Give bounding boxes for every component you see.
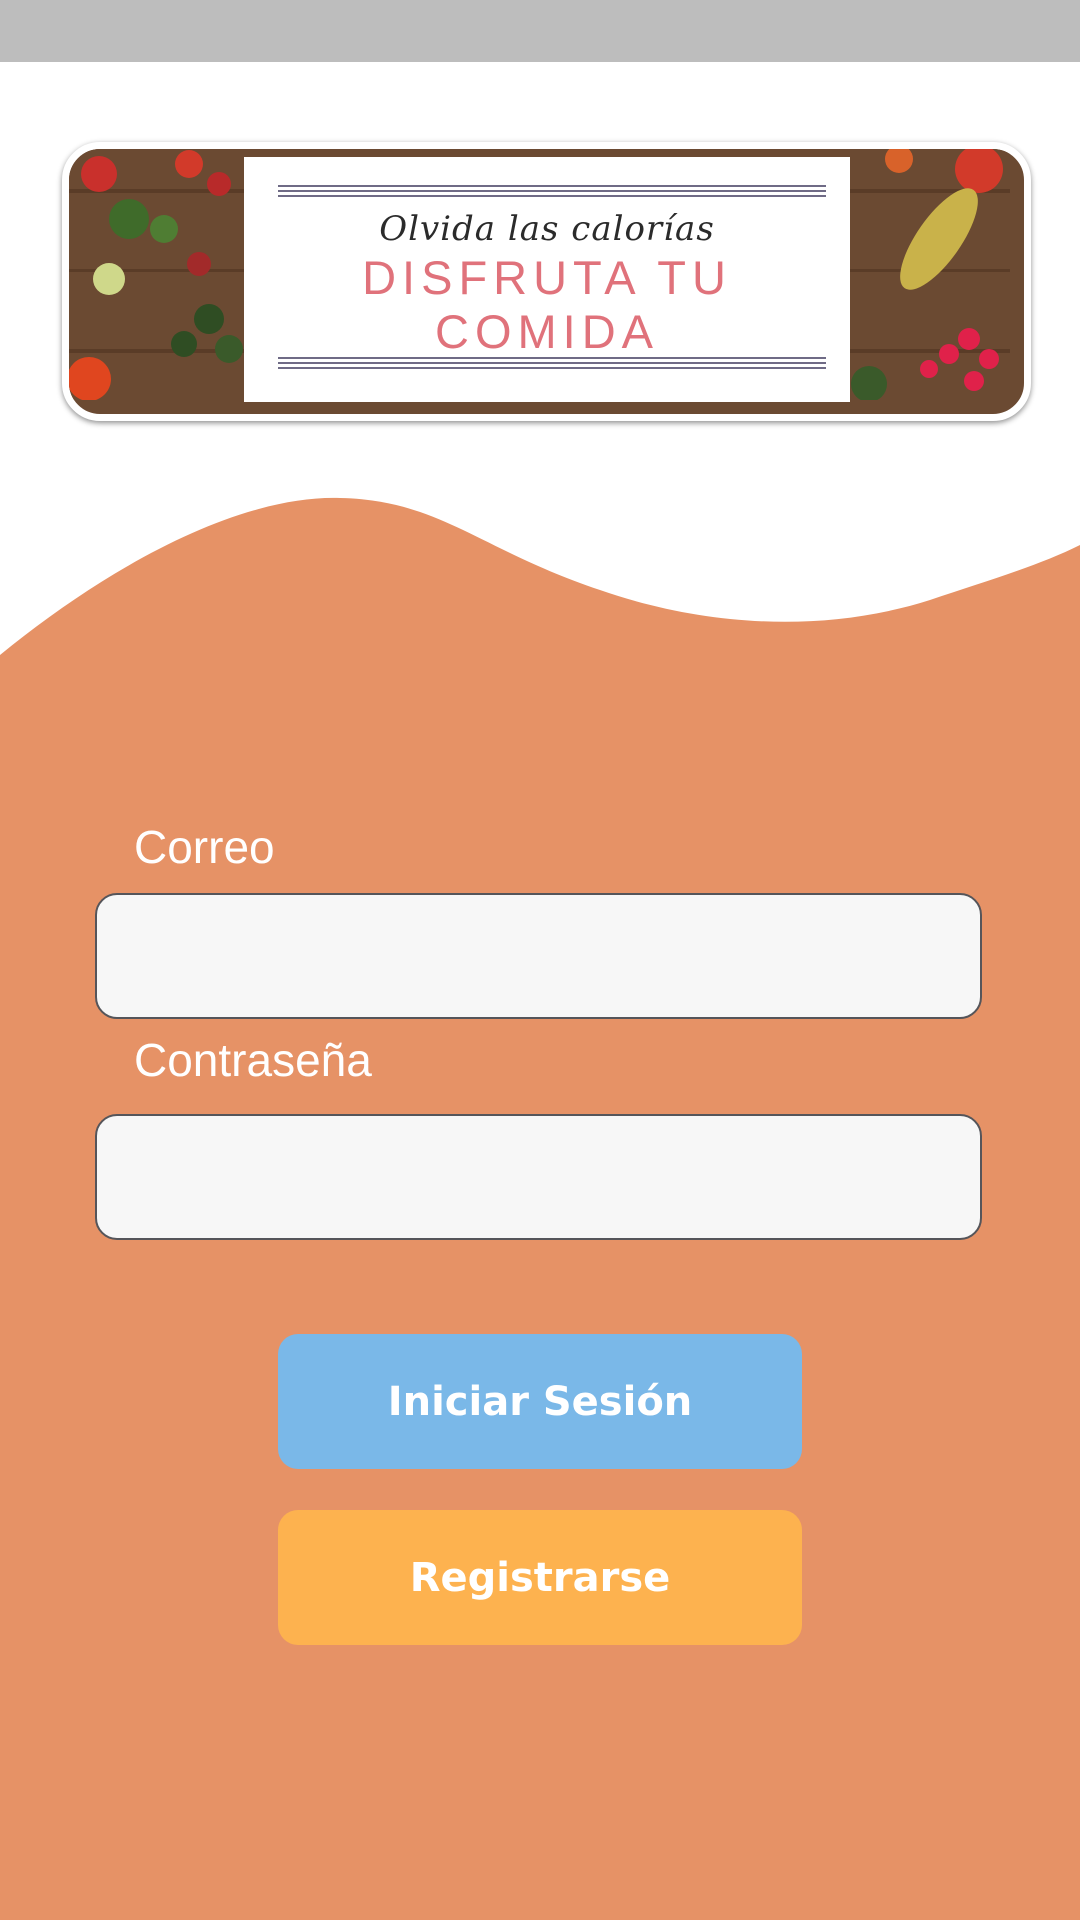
decorative-lines [278,357,826,371]
decorative-lines [278,185,826,199]
email-field[interactable] [95,893,982,1019]
status-bar [0,0,1080,62]
banner-card: Olvida las calorías DISFRUTA TU COMIDA [244,157,850,402]
banner-headline-line2: COMIDA [435,305,659,358]
email-label: Correo [134,821,275,873]
banner-headline: DISFRUTA TU COMIDA [284,251,810,359]
login-button[interactable]: Iniciar Sesión [278,1334,802,1469]
banner-headline-line1: DISFRUTA TU [362,251,732,304]
password-label: Contraseña [134,1034,372,1086]
banner-image: Olvida las calorías DISFRUTA TU COMIDA [62,142,1031,421]
password-field[interactable] [95,1114,982,1240]
register-button[interactable]: Registrarse [278,1510,802,1645]
banner-tagline: Olvida las calorías [379,209,715,249]
